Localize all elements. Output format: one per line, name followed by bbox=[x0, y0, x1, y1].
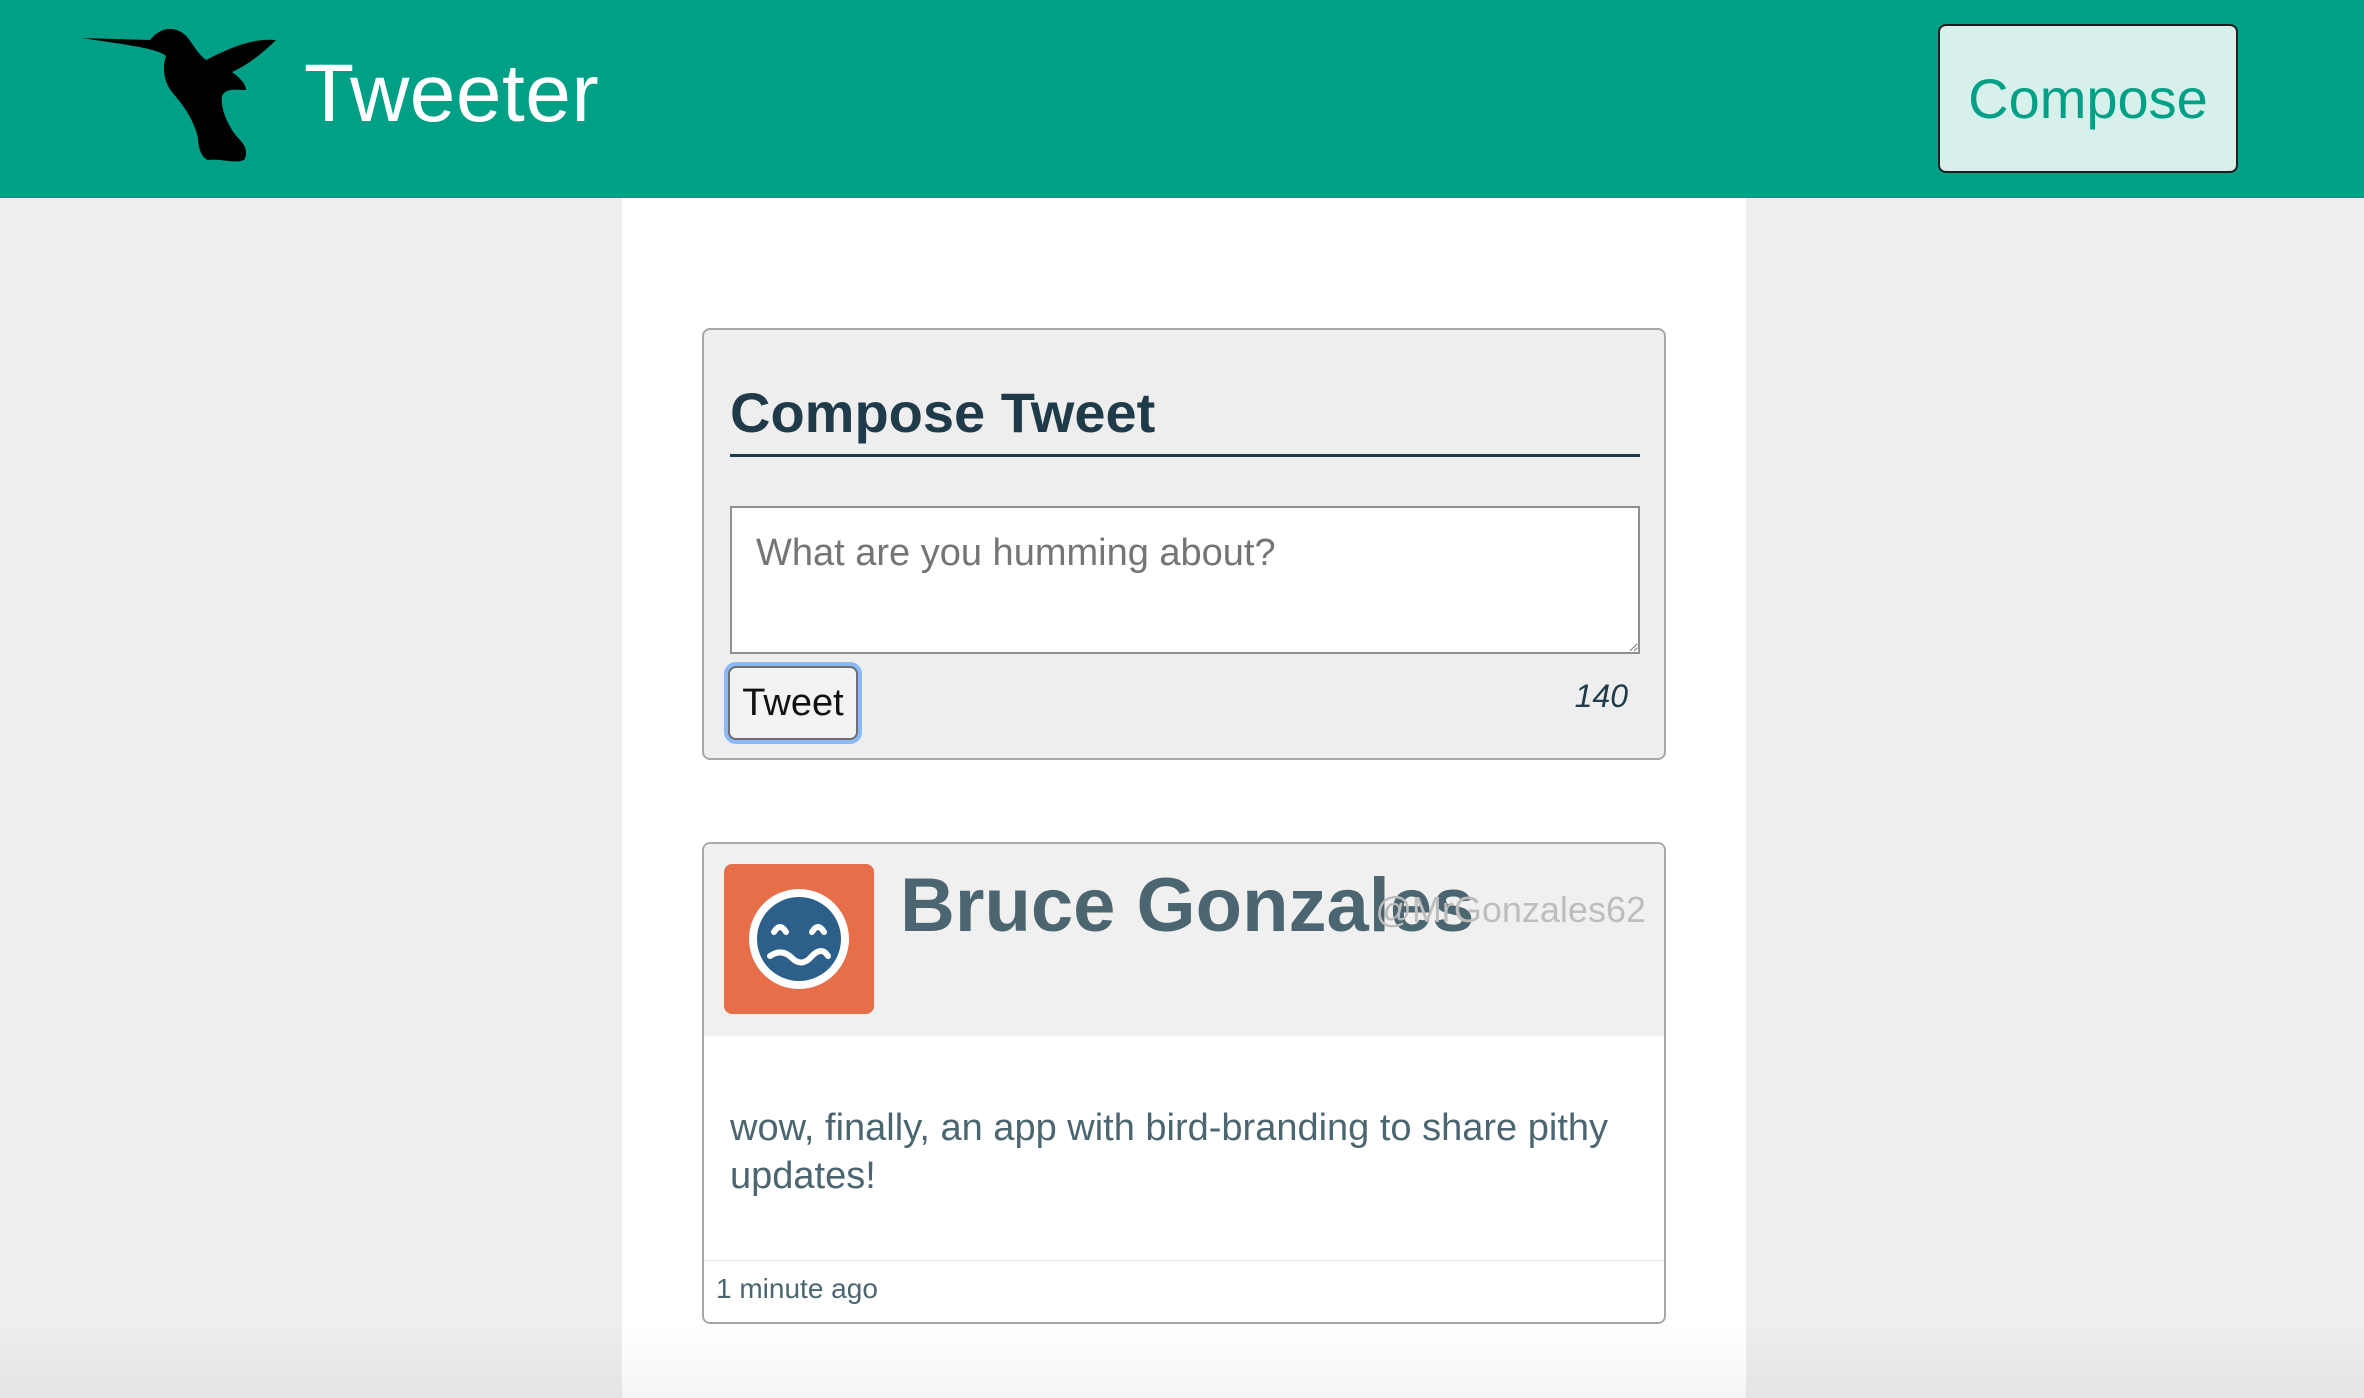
smiley-face-avatar-icon bbox=[724, 864, 874, 1014]
tweet-submit-button[interactable]: Tweet bbox=[728, 666, 858, 740]
character-counter: 140 bbox=[1574, 678, 1628, 714]
tweet-author-handle: @MrGonzales62 bbox=[1375, 889, 1646, 930]
compose-tweet-form: Compose Tweet Tweet 140 bbox=[702, 328, 1666, 760]
tweet-footer: 1 minute ago bbox=[704, 1260, 1664, 1322]
hummingbird-logo-icon bbox=[82, 28, 276, 162]
navbar: Tweeter Compose bbox=[0, 0, 2364, 198]
compose-heading: Compose Tweet bbox=[730, 378, 1640, 457]
main-container: Compose Tweet Tweet 140 Bruce Gonzales @… bbox=[622, 198, 1746, 1398]
tweet-card: Bruce Gonzales @MrGonzales62 wow, finall… bbox=[702, 842, 1666, 1324]
app-title: Tweeter bbox=[304, 48, 600, 139]
tweet-content: wow, finally, an app with bird-branding … bbox=[730, 1107, 1609, 1197]
tweet-timestamp: 1 minute ago bbox=[716, 1273, 878, 1304]
tweet-header: Bruce Gonzales @MrGonzales62 bbox=[704, 844, 1664, 1036]
tweet-text-input[interactable] bbox=[730, 506, 1640, 654]
compose-button[interactable]: Compose bbox=[1938, 24, 2238, 173]
